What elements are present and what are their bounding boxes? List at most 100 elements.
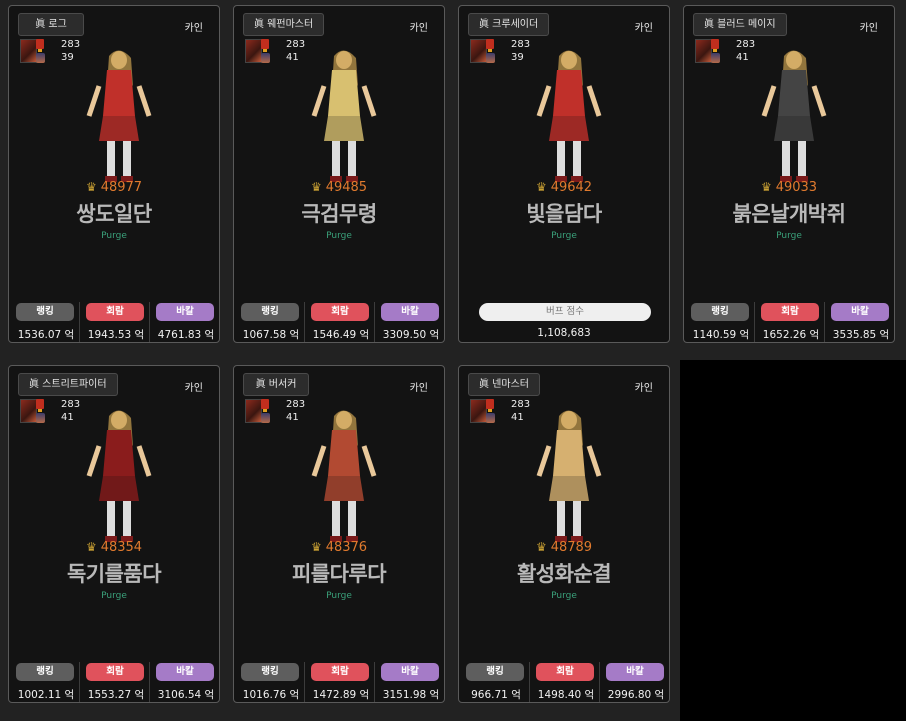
avatar	[470, 399, 496, 425]
fame-medal-icon	[36, 39, 44, 52]
raid-button[interactable]: 회람	[311, 303, 369, 321]
unit-suffix: 억	[134, 329, 145, 341]
ranking-button[interactable]: 랭킹	[466, 663, 524, 681]
raid-button[interactable]: 회람	[536, 663, 594, 681]
divider	[529, 662, 530, 702]
character-figure	[69, 406, 169, 546]
ranking-button[interactable]: 랭킹	[16, 303, 74, 321]
damage-value: 1498.40 억	[531, 687, 601, 702]
avatar	[20, 39, 46, 65]
ranking-button[interactable]: 랭킹	[241, 303, 299, 321]
guild-name: Purge	[551, 591, 577, 601]
unit-suffix: 억	[879, 329, 890, 341]
character-card[interactable]: 眞 넨마스터 카인 283 41 ♛ 48789 활성화순결 Purge 랭킹 966.71 억회…	[458, 365, 670, 703]
character-figure	[69, 46, 169, 186]
unit-suffix: 억	[204, 329, 215, 341]
damage-value: 1472.89 억	[306, 687, 376, 702]
damage-number: 2996.80	[607, 689, 652, 701]
bakal-button[interactable]: 바칼	[381, 663, 439, 681]
server-label: 카인	[409, 23, 428, 34]
crown-icon: ♛	[85, 180, 97, 194]
character-card[interactable]: 眞 웨펀마스터 카인 283 41 ♛ 49485 극검무령 Purge 랭킹 1067.58 억…	[233, 5, 445, 343]
damage-number: 3309.50	[382, 329, 427, 341]
character-figure	[294, 406, 394, 546]
score-value: 49642	[550, 180, 593, 195]
mini-character-icon	[261, 413, 270, 423]
job-class-button[interactable]: 眞 넨마스터	[468, 373, 540, 396]
damage-number: 1536.07	[17, 329, 62, 341]
divider	[149, 662, 150, 702]
character-figure	[519, 46, 619, 186]
damage-value: 1553.27 억	[81, 687, 151, 702]
job-class-button[interactable]: 眞 블러드 메이지	[693, 13, 787, 36]
job-class-button[interactable]: 眞 스트리트파이터	[18, 373, 118, 396]
ranking-button[interactable]: 랭킹	[691, 303, 749, 321]
character-card[interactable]: 眞 블러드 메이지 카인 283 41 ♛ 49033 붉은날개박쥐 Purge 랭킹 1140.…	[683, 5, 895, 343]
combat-score: ♛ 49485	[234, 180, 444, 195]
damage-number: 966.71	[471, 689, 508, 701]
score-value: 48977	[100, 180, 143, 195]
character-portrait-icon	[695, 39, 712, 63]
avatar	[245, 39, 271, 65]
damage-number: 1652.26	[762, 329, 807, 341]
job-class-button[interactable]: 眞 버서커	[243, 373, 309, 396]
damage-value: 1067.58 억	[236, 327, 306, 342]
buff-score-button[interactable]: 버프 점수	[479, 303, 651, 321]
raid-button[interactable]: 회람	[311, 663, 369, 681]
damage-value: 4761.83 억	[151, 327, 219, 342]
character-figure	[519, 406, 619, 546]
avatar	[20, 399, 46, 425]
bakal-button[interactable]: 바칼	[381, 303, 439, 321]
raid-button[interactable]: 회람	[86, 303, 144, 321]
mini-character-icon	[486, 53, 495, 63]
job-class-button[interactable]: 眞 로그	[18, 13, 84, 36]
damage-value: 1652.26 억	[756, 327, 826, 342]
avatar	[245, 399, 271, 425]
damage-number: 1140.59	[692, 329, 737, 341]
guild-name: Purge	[101, 231, 127, 241]
crown-icon: ♛	[310, 540, 322, 554]
damage-number: 1498.40	[537, 689, 582, 701]
damage-number: 1553.27	[87, 689, 132, 701]
unit-suffix: 억	[429, 689, 440, 701]
server-label: 카인	[859, 23, 878, 34]
divider	[79, 302, 80, 342]
guild-name: Purge	[326, 231, 352, 241]
score-value: 49485	[325, 180, 368, 195]
raid-button[interactable]: 회람	[86, 663, 144, 681]
bakal-button[interactable]: 바칼	[831, 303, 889, 321]
character-card[interactable]: 眞 크루세이더 카인 283 39 ♛ 49642 빛을담다 Purge 버프 점수 1,108,…	[458, 5, 670, 343]
unit-suffix: 억	[289, 329, 300, 341]
guild-name: Purge	[326, 591, 352, 601]
character-name: 쌍도일단	[76, 202, 152, 226]
job-class-button[interactable]: 眞 웨펀마스터	[243, 13, 325, 36]
score-value: 48376	[325, 540, 368, 555]
damage-number: 1002.11	[17, 689, 62, 701]
damage-number: 4761.83	[157, 329, 202, 341]
fame-medal-icon	[486, 399, 494, 412]
ranking-button[interactable]: 랭킹	[16, 663, 74, 681]
mini-character-icon	[36, 413, 45, 423]
character-card[interactable]: 眞 버서커 카인 283 41 ♛ 48376 피를다루다 Purge 랭킹 1016.76 억회…	[233, 365, 445, 703]
damage-value: 3106.54 억	[151, 687, 219, 702]
fame-medal-icon	[36, 399, 44, 412]
bakal-button[interactable]: 바칼	[606, 663, 664, 681]
combat-score: ♛ 48376	[234, 540, 444, 555]
job-class-button[interactable]: 眞 크루세이더	[468, 13, 550, 36]
character-name: 극검무령	[301, 202, 377, 226]
divider	[304, 302, 305, 342]
bakal-button[interactable]: 바칼	[156, 663, 214, 681]
damage-number: 1546.49	[312, 329, 357, 341]
character-card[interactable]: 眞 로그 카인 283 39 ♛ 48977 쌍도일단 Purge 랭킹 1536.07 억 회람 1…	[8, 5, 220, 343]
guild-name: Purge	[776, 231, 802, 241]
damage-number: 1943.53	[87, 329, 132, 341]
raid-button[interactable]: 회람	[761, 303, 819, 321]
bakal-button[interactable]: 바칼	[156, 303, 214, 321]
avatar	[470, 39, 496, 65]
character-card[interactable]: 眞 스트리트파이터 카인 283 41 ♛ 48354 독기를품다 Purge 랭킹 1002.1…	[8, 365, 220, 703]
fame-medal-icon	[711, 39, 719, 52]
fame-medal-icon	[486, 39, 494, 52]
character-figure	[744, 46, 844, 186]
ranking-button[interactable]: 랭킹	[241, 663, 299, 681]
server-label: 카인	[409, 383, 428, 394]
